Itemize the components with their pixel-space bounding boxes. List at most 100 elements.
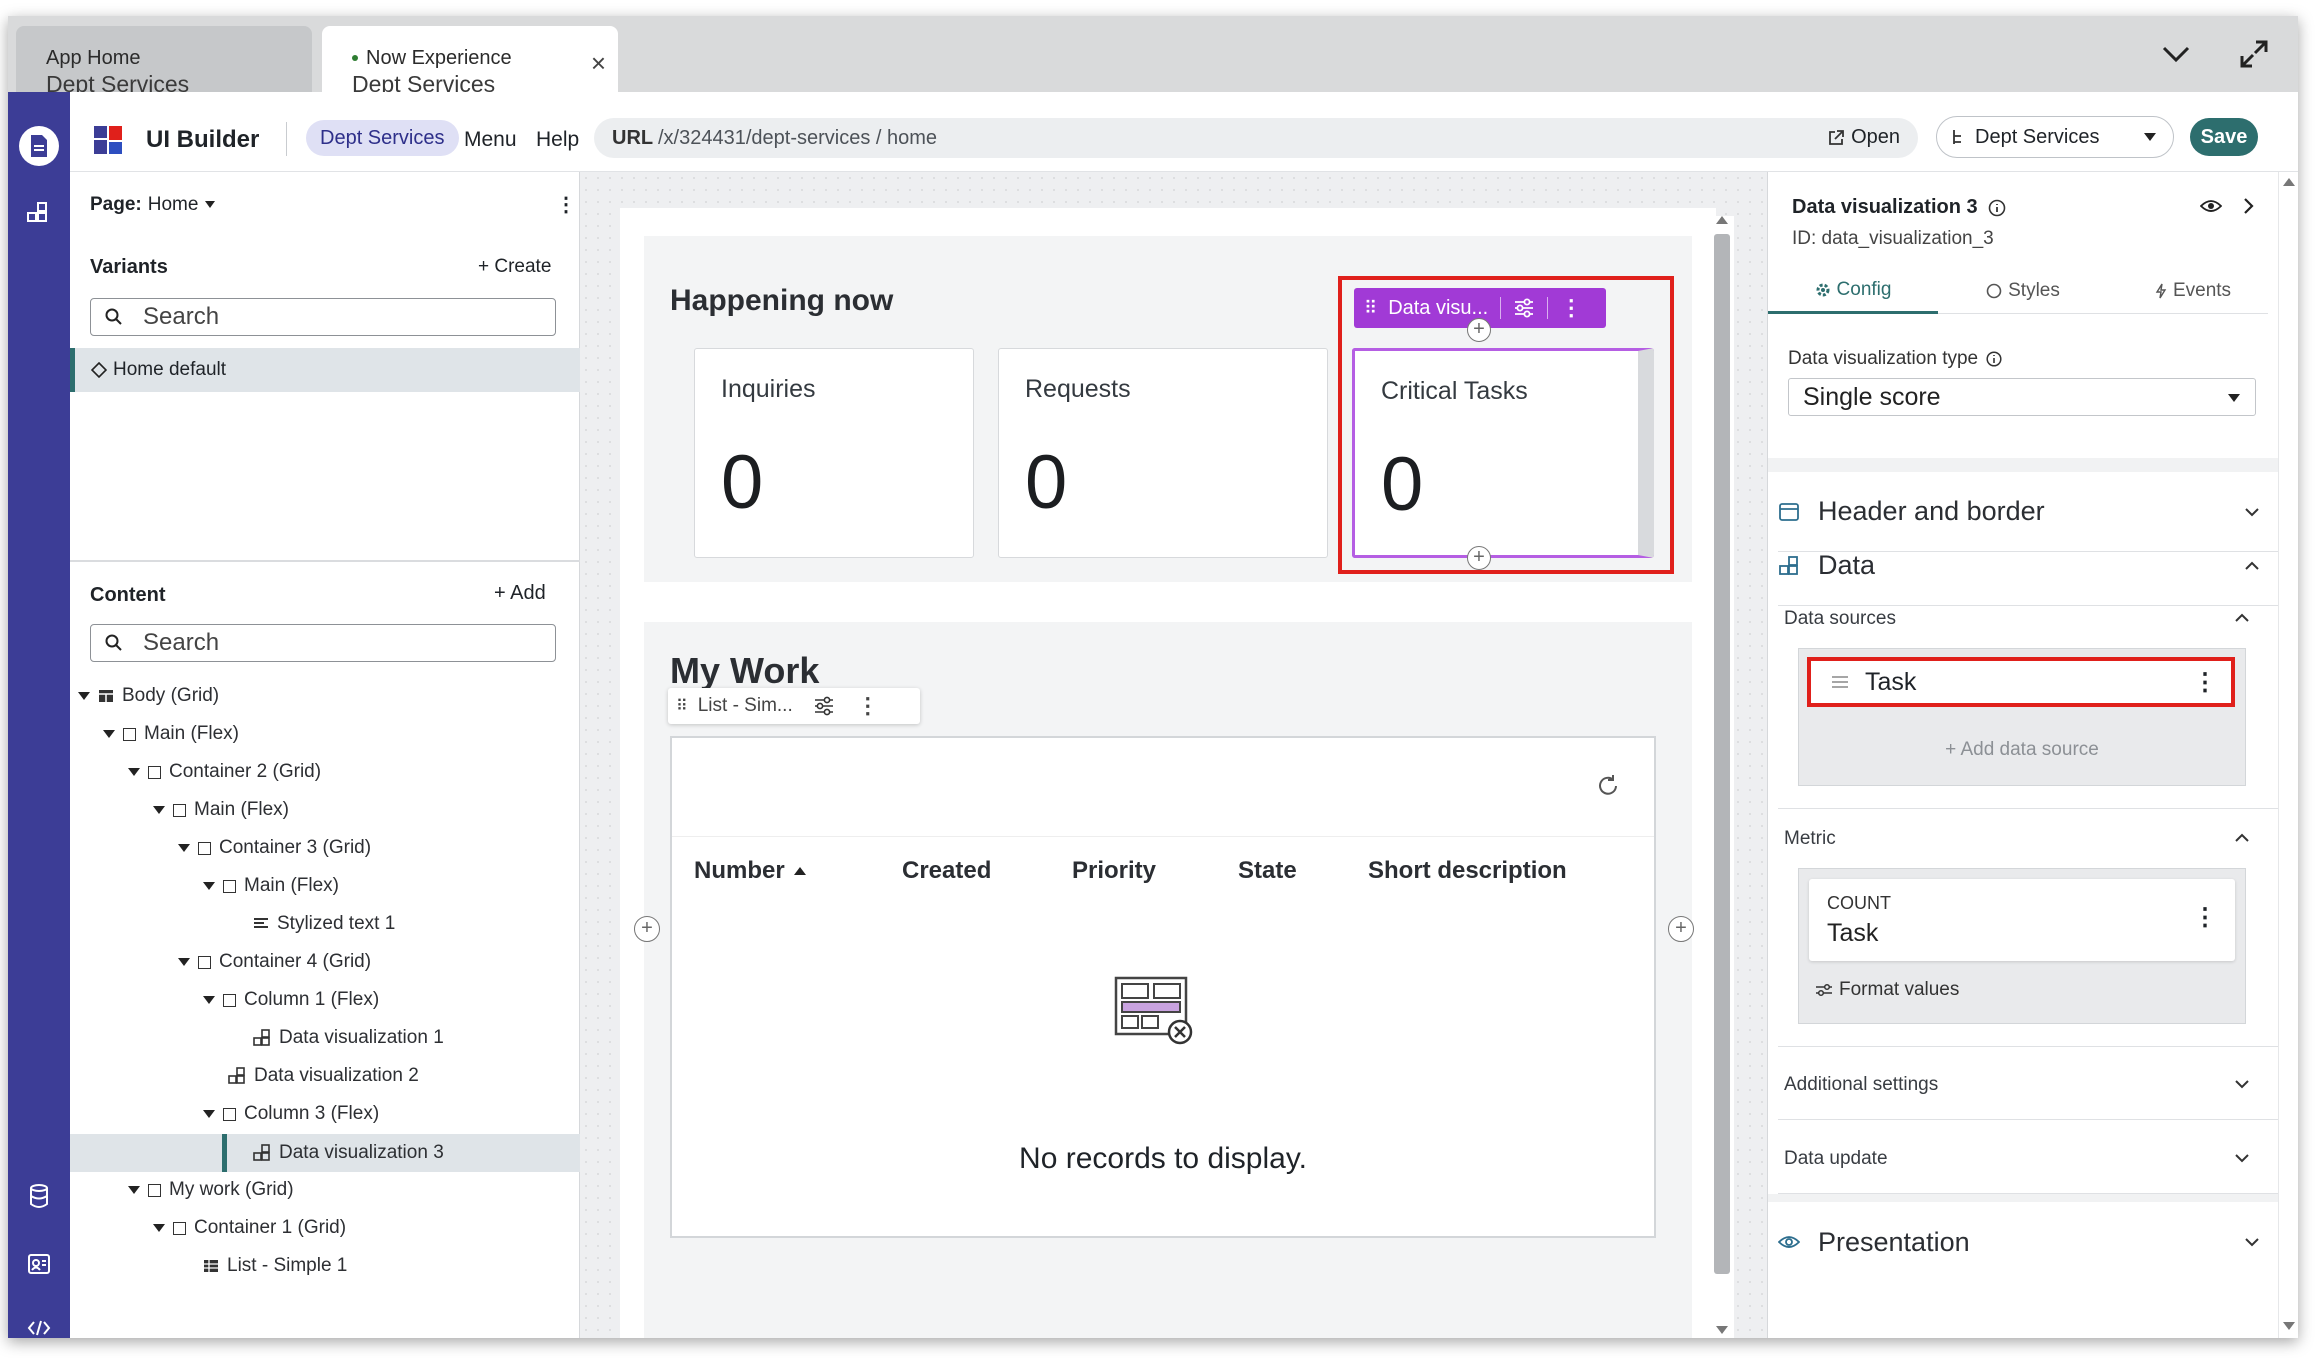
info-icon[interactable] xyxy=(1986,351,2002,367)
add-right-icon[interactable]: + xyxy=(1668,916,1694,942)
menu-link[interactable]: Menu xyxy=(464,128,517,152)
list-toolbar[interactable]: ⠿ List - Sim... ⋮ xyxy=(668,688,920,724)
tree-node[interactable]: Stylized text 1 xyxy=(70,906,580,942)
data-sources-header[interactable]: Data sources xyxy=(1778,588,2278,648)
more-vertical-icon[interactable]: ⋮ xyxy=(2193,903,2217,932)
contact-card-icon[interactable] xyxy=(17,1242,61,1286)
refresh-icon[interactable] xyxy=(1596,774,1620,798)
tab-config[interactable]: Config xyxy=(1768,268,1938,314)
hierarchy-icon xyxy=(1953,130,1961,144)
score-card-requests[interactable]: Requests 0 xyxy=(998,348,1328,558)
content-tree: Body (Grid) Main (Flex) Container 2 (Gri… xyxy=(70,172,580,1338)
tree-node-label: My work (Grid) xyxy=(169,1179,294,1200)
more-vertical-icon[interactable]: ⋮ xyxy=(857,693,879,719)
tree-node[interactable]: Column 3 (Flex) xyxy=(70,1096,580,1132)
scroll-down-icon[interactable] xyxy=(1716,1326,1728,1334)
chevron-down-icon xyxy=(2245,507,2259,516)
open-button[interactable]: Open xyxy=(1827,126,1900,149)
column-header-priority[interactable]: Priority xyxy=(1072,857,1156,885)
help-link[interactable]: Help xyxy=(536,128,579,152)
add-below-icon[interactable]: + xyxy=(1467,546,1491,570)
metric-card[interactable]: COUNT Task ⋮ xyxy=(1809,879,2235,961)
tree-node[interactable]: Container 4 (Grid) xyxy=(70,944,580,980)
scroll-up-icon[interactable] xyxy=(1716,216,1728,224)
add-data-source-button[interactable]: + Add data source xyxy=(1799,739,2245,761)
card-label: Inquiries xyxy=(721,375,816,403)
scrollbar-thumb[interactable] xyxy=(1714,234,1730,1274)
tab-events[interactable]: Events xyxy=(2108,268,2278,314)
drag-handle-icon[interactable]: ⠿ xyxy=(676,696,688,716)
score-card-inquiries[interactable]: Inquiries 0 xyxy=(694,348,974,558)
experience-select-value: Dept Services xyxy=(1975,125,2100,148)
settings-sliders-icon[interactable] xyxy=(813,696,835,716)
tab-app-home[interactable]: App Home Dept Services xyxy=(16,26,312,97)
database-icon[interactable] xyxy=(17,1174,61,1218)
section-presentation[interactable]: Presentation xyxy=(1778,1202,2288,1282)
data-update-header[interactable]: Data update xyxy=(1778,1120,2278,1194)
scroll-up-icon[interactable] xyxy=(2283,178,2295,186)
tree-node[interactable]: Main (Flex) xyxy=(70,792,580,828)
add-above-icon[interactable]: + xyxy=(1467,318,1491,342)
tree-node[interactable]: Column 1 (Flex) xyxy=(70,982,580,1018)
tree-node-label: Container 3 (Grid) xyxy=(219,837,372,858)
empty-state-text: No records to display. xyxy=(1019,1142,1307,1175)
data-visualization-icon xyxy=(253,1144,270,1161)
tree-node[interactable]: Container 2 (Grid) xyxy=(70,754,580,790)
dataviz-type-select[interactable]: Single score xyxy=(1788,378,2256,416)
code-icon[interactable] xyxy=(17,1306,61,1338)
bolt-icon xyxy=(2155,283,2167,299)
tab-now-experience[interactable]: Now Experience Dept Services × xyxy=(322,26,618,97)
scroll-down-icon[interactable] xyxy=(2283,1322,2295,1330)
tree-node-label: Column 1 (Flex) xyxy=(244,989,380,1010)
chevron-down-icon xyxy=(2235,1154,2249,1163)
tree-node[interactable]: Container 3 (Grid) xyxy=(70,830,580,866)
components-icon[interactable] xyxy=(17,192,61,236)
chevron-right-icon[interactable] xyxy=(2240,196,2256,216)
tree-node[interactable]: Data visualization 2 xyxy=(70,1058,580,1094)
experience-pill[interactable]: Dept Services xyxy=(306,120,459,156)
add-left-icon[interactable]: + xyxy=(634,916,660,942)
more-vertical-icon[interactable]: ⋮ xyxy=(1560,295,1582,321)
chevron-down-icon xyxy=(2235,1080,2249,1089)
metric-aggregation: COUNT xyxy=(1827,893,1891,913)
tree-node[interactable]: My work (Grid) xyxy=(70,1172,580,1208)
additional-settings-header[interactable]: Additional settings xyxy=(1778,1046,2278,1120)
list-icon xyxy=(204,1260,218,1272)
tab-styles[interactable]: Styles xyxy=(1938,268,2108,314)
eye-icon[interactable] xyxy=(2200,198,2222,214)
tree-node[interactable]: Container 1 (Grid) xyxy=(70,1210,580,1246)
tree-node[interactable]: Main (Flex) xyxy=(70,868,580,904)
chevron-down-icon[interactable] xyxy=(2156,34,2196,74)
dataviz-type-label: Data visualization type xyxy=(1788,348,1979,369)
dataviz-type-value: Single score xyxy=(1803,383,1941,411)
drag-handle-icon[interactable] xyxy=(1831,676,1849,688)
page-icon[interactable] xyxy=(19,126,59,166)
data-visualization-icon xyxy=(253,1029,270,1046)
drag-handle-icon[interactable]: ⠿ xyxy=(1364,298,1378,319)
settings-sliders-icon[interactable] xyxy=(1513,298,1535,318)
tree-node[interactable]: Main (Flex) xyxy=(70,716,580,752)
tree-node-label: Main (Flex) xyxy=(244,875,340,896)
tree-node[interactable]: Body (Grid) xyxy=(70,678,580,714)
save-button[interactable]: Save xyxy=(2190,118,2258,156)
app-window: App Home Dept Services Now Experience De… xyxy=(8,16,2298,1338)
expand-icon[interactable] xyxy=(2234,34,2274,74)
tree-node-selected[interactable]: Data visualization 3 xyxy=(70,1134,580,1172)
close-icon[interactable]: × xyxy=(591,50,606,76)
canvas-scrollbar[interactable] xyxy=(1710,216,1734,1338)
column-header-state[interactable]: State xyxy=(1238,857,1297,885)
panel-scrollbar[interactable] xyxy=(2278,172,2298,1338)
tree-node[interactable]: Data visualization 1 xyxy=(70,1020,580,1056)
more-vertical-icon[interactable]: ⋮ xyxy=(2193,668,2217,697)
format-values-button[interactable]: Format values xyxy=(1815,979,1959,1001)
column-header-short-description[interactable]: Short description xyxy=(1368,857,1567,885)
table-header: Number Created Priority State Short desc… xyxy=(672,836,1654,902)
info-icon[interactable] xyxy=(1988,199,2006,217)
my-work-section: My Work ⠿ List - Sim... ⋮ Number Created… xyxy=(644,622,1692,1338)
column-header-created[interactable]: Created xyxy=(902,857,991,885)
column-header-number[interactable]: Number xyxy=(694,857,807,885)
data-source-item-task[interactable]: Task ⋮ xyxy=(1807,657,2235,707)
experience-select[interactable]: Dept Services xyxy=(1936,116,2174,158)
tree-node[interactable]: List - Simple 1 xyxy=(70,1248,580,1284)
metric-header[interactable]: Metric xyxy=(1778,808,2278,868)
